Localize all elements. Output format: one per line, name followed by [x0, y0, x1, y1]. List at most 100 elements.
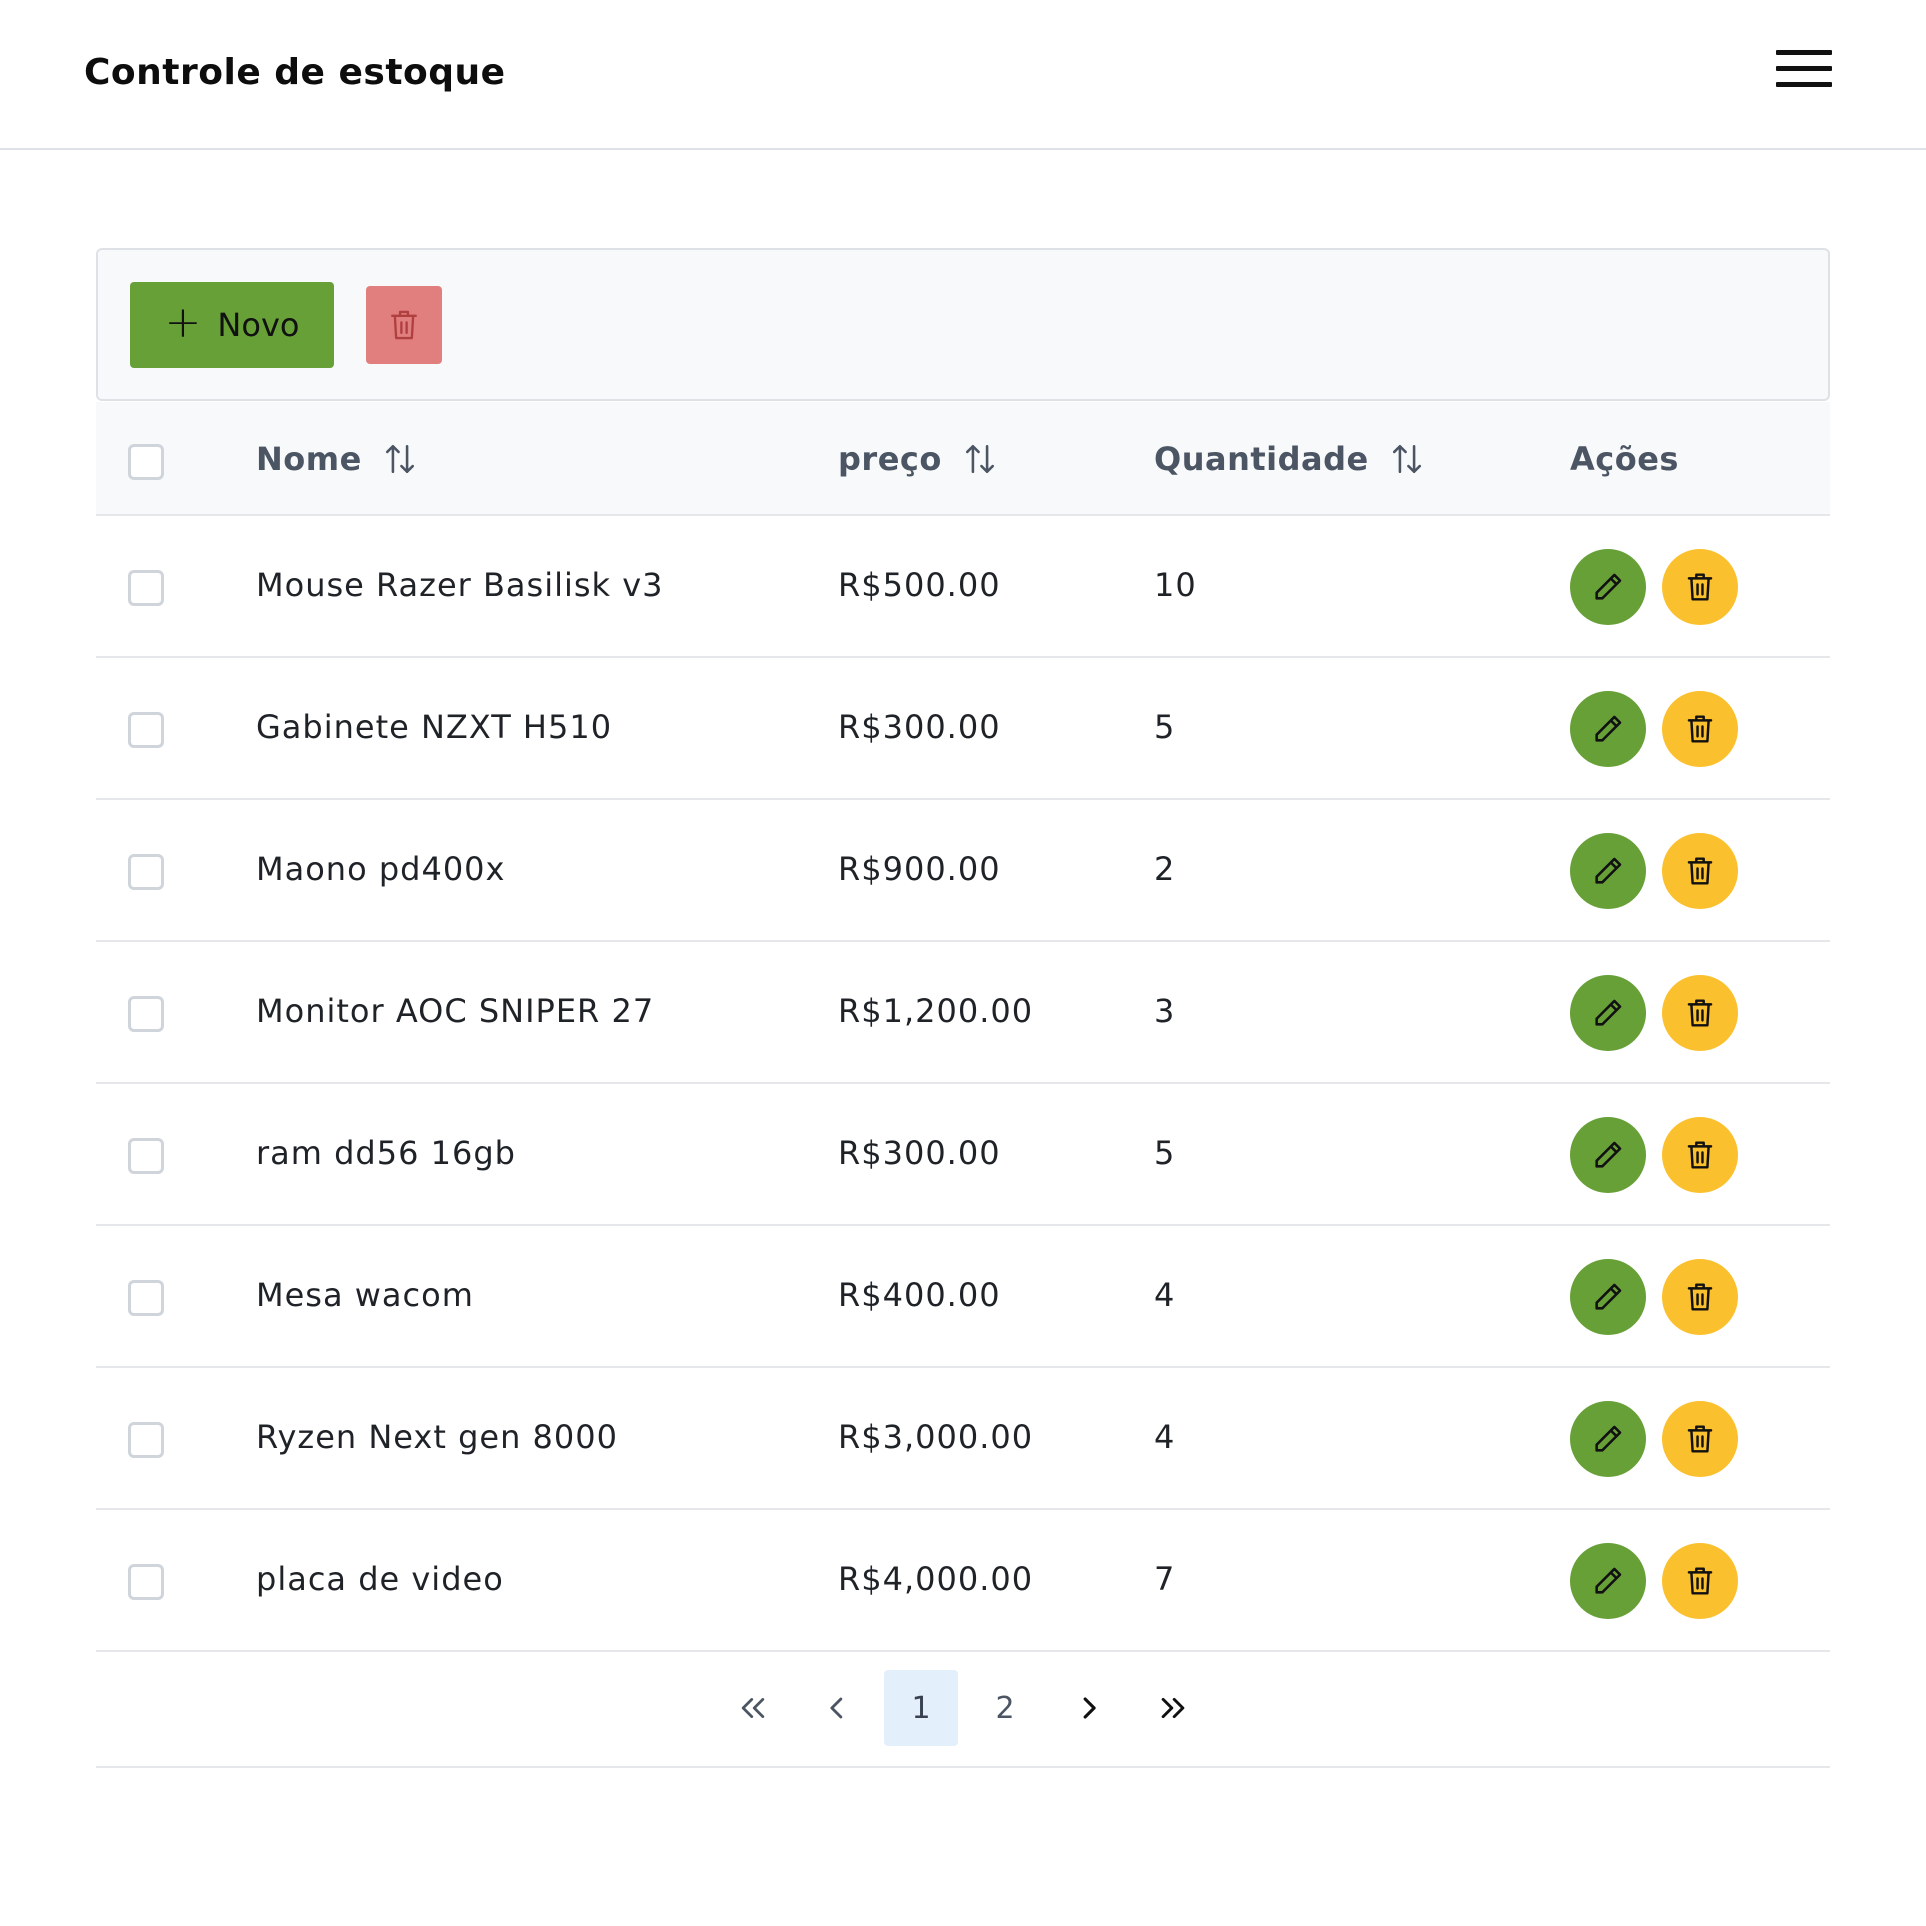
cell-quantidade: 7 [1154, 1560, 1176, 1598]
pencil-icon [1595, 1425, 1622, 1452]
row-checkbox[interactable] [128, 1564, 164, 1600]
cell-quantidade: 5 [1154, 1134, 1176, 1172]
cell-nome: Ryzen Next gen 8000 [256, 1418, 618, 1456]
cell-preco: R$4,000.00 [838, 1560, 1034, 1598]
pencil-icon [1595, 1283, 1622, 1310]
delete-button[interactable] [1662, 691, 1738, 767]
page-button-1[interactable]: 1 [884, 1670, 958, 1746]
cell-quantidade: 10 [1154, 566, 1197, 604]
select-all-checkbox[interactable] [128, 444, 164, 480]
edit-button[interactable] [1570, 1543, 1646, 1619]
delete-button[interactable] [1662, 975, 1738, 1051]
trash-icon [1687, 1425, 1713, 1453]
cell-preco: R$900.00 [838, 850, 1001, 888]
table-row: Monitor AOC SNIPER 27 R$1,200.00 3 [96, 942, 1830, 1084]
edit-button[interactable] [1570, 1401, 1646, 1477]
cell-nome: placa de video [256, 1560, 504, 1598]
column-header-nome: Nome [256, 440, 416, 478]
first-page-button[interactable] [716, 1670, 790, 1746]
cell-quantidade: 5 [1154, 708, 1176, 746]
cell-nome: ram dd56 16gb [256, 1134, 516, 1172]
double-chevron-right-icon [1161, 1697, 1185, 1719]
edit-button[interactable] [1570, 975, 1646, 1051]
cell-quantidade: 3 [1154, 992, 1176, 1030]
cell-nome: Gabinete NZXT H510 [256, 708, 613, 746]
pencil-icon [1595, 1141, 1622, 1168]
trash-icon [1687, 999, 1713, 1027]
edit-button[interactable] [1570, 549, 1646, 625]
cell-quantidade: 4 [1154, 1276, 1176, 1314]
sort-icon[interactable] [964, 442, 996, 476]
row-checkbox[interactable] [128, 996, 164, 1032]
new-button-label: Novo [217, 306, 300, 344]
delete-button[interactable] [1662, 1117, 1738, 1193]
pencil-icon [1595, 1567, 1622, 1594]
delete-button[interactable] [1662, 549, 1738, 625]
delete-selected-button[interactable] [366, 286, 442, 364]
row-checkbox[interactable] [128, 570, 164, 606]
cell-quantidade: 4 [1154, 1418, 1176, 1456]
column-label-preco: preço [838, 440, 942, 478]
table-row: Maono pd400x R$900.00 2 [96, 800, 1830, 942]
cell-nome: Maono pd400x [256, 850, 506, 888]
cell-preco: R$300.00 [838, 1134, 1001, 1172]
column-label-quantidade: Quantidade [1154, 440, 1369, 478]
toolbar: + Novo [96, 248, 1830, 401]
cell-preco: R$1,200.00 [838, 992, 1034, 1030]
cell-nome: Mesa wacom [256, 1276, 474, 1314]
prev-page-button[interactable] [800, 1670, 874, 1746]
row-checkbox[interactable] [128, 1422, 164, 1458]
cell-quantidade: 2 [1154, 850, 1176, 888]
column-header-acoes: Ações [1570, 440, 1679, 478]
products-table: Nome preço Quantidade Ações Mouse Razer … [96, 402, 1830, 1652]
last-page-button[interactable] [1136, 1670, 1210, 1746]
delete-button[interactable] [1662, 833, 1738, 909]
page-button-2[interactable]: 2 [968, 1670, 1042, 1746]
edit-button[interactable] [1570, 1117, 1646, 1193]
pencil-icon [1595, 999, 1622, 1026]
pencil-icon [1595, 857, 1622, 884]
delete-button[interactable] [1662, 1543, 1738, 1619]
double-chevron-left-icon [741, 1698, 765, 1718]
table-row: Mesa wacom R$400.00 4 [96, 1226, 1830, 1368]
trash-icon [1687, 1283, 1713, 1311]
edit-button[interactable] [1570, 1259, 1646, 1335]
top-bar: Controle de estoque [0, 0, 1926, 150]
column-label-acoes: Ações [1570, 440, 1679, 478]
table-row: Ryzen Next gen 8000 R$3,000.00 4 [96, 1368, 1830, 1510]
cell-nome: Monitor AOC SNIPER 27 [256, 992, 655, 1030]
trash-icon [1687, 573, 1713, 601]
pagination: 1 2 [96, 1650, 1830, 1768]
cell-preco: R$3,000.00 [838, 1418, 1034, 1456]
table-row: ram dd56 16gb R$300.00 5 [96, 1084, 1830, 1226]
app-title: Controle de estoque [84, 52, 506, 93]
pencil-icon [1595, 573, 1622, 600]
delete-button[interactable] [1662, 1401, 1738, 1477]
row-checkbox[interactable] [128, 1138, 164, 1174]
row-checkbox[interactable] [128, 1280, 164, 1316]
sort-icon[interactable] [384, 442, 416, 476]
table-row: Gabinete NZXT H510 R$300.00 5 [96, 658, 1830, 800]
table-header: Nome preço Quantidade Ações [96, 402, 1830, 516]
chevron-left-icon [830, 1697, 843, 1719]
table-row: placa de video R$4,000.00 7 [96, 1510, 1830, 1652]
row-checkbox[interactable] [128, 854, 164, 890]
row-checkbox[interactable] [128, 712, 164, 748]
next-page-button[interactable] [1052, 1670, 1126, 1746]
sort-icon[interactable] [1391, 442, 1423, 476]
hamburger-menu-icon[interactable] [1776, 48, 1832, 88]
column-header-quantidade: Quantidade [1154, 440, 1423, 478]
cell-preco: R$300.00 [838, 708, 1001, 746]
column-label-nome: Nome [256, 440, 362, 478]
delete-button[interactable] [1662, 1259, 1738, 1335]
edit-button[interactable] [1570, 833, 1646, 909]
edit-button[interactable] [1570, 691, 1646, 767]
new-button[interactable]: + Novo [130, 282, 334, 368]
column-header-preco: preço [838, 440, 996, 478]
trash-icon [1687, 857, 1713, 885]
chevron-right-icon [1083, 1697, 1096, 1719]
trash-icon [391, 310, 417, 340]
cell-preco: R$500.00 [838, 566, 1001, 604]
cell-preco: R$400.00 [838, 1276, 1001, 1314]
plus-icon: + [164, 297, 202, 348]
